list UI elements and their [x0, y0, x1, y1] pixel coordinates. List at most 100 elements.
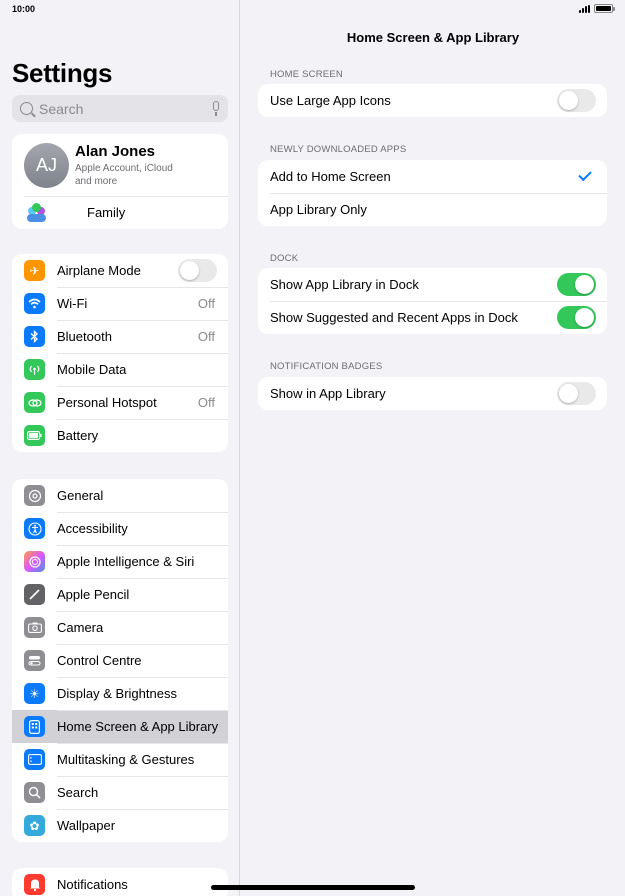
- show-suggested-apps-toggle[interactable]: [557, 306, 596, 329]
- detail-pane: Home Screen & App Library HOME SCREEN Us…: [241, 0, 625, 896]
- siri-icon: [24, 551, 45, 572]
- hotspot-icon: [24, 392, 45, 413]
- search-placeholder: Search: [39, 100, 84, 117]
- sidebar-item-control-centre[interactable]: Control Centre: [12, 644, 228, 677]
- sidebar-item-label: Mobile Data: [57, 362, 127, 377]
- airplane-icon: ✈: [24, 260, 45, 281]
- sidebar-item-multitasking-gestures[interactable]: Multitasking & Gestures: [12, 743, 228, 776]
- show-in-app-library-row: Show in App Library: [258, 377, 607, 410]
- sidebar-item-wifi[interactable]: Wi-Fi Off: [12, 287, 228, 320]
- sidebar-item-label: Camera: [57, 620, 104, 635]
- sidebar-item-label: General: [57, 488, 104, 503]
- sun-icon: ☀: [24, 683, 45, 704]
- sidebar-item-airplane-mode[interactable]: ✈ Airplane Mode: [12, 254, 228, 287]
- bluetooth-icon: [24, 326, 45, 347]
- sidebar-item-camera[interactable]: Camera: [12, 611, 228, 644]
- wallpaper-icon: ✿: [24, 815, 45, 836]
- search-icon: [24, 782, 45, 803]
- control-centre-icon: [24, 650, 45, 671]
- sidebar-item-display-brightness[interactable]: ☀ Display & Brightness: [12, 677, 228, 710]
- bell-icon: [24, 874, 45, 895]
- section-header-newly-downloaded: NEWLY DOWNLOADED APPS: [270, 144, 407, 155]
- sidebar-item-label: Accessibility: [57, 521, 128, 536]
- large-app-icons-row: Use Large App Icons: [258, 84, 607, 117]
- home-screen-icon: [24, 716, 45, 737]
- show-in-app-library-label: Show in App Library: [270, 386, 386, 401]
- account-group: AJ Alan Jones Apple Account, iCloud and …: [12, 134, 228, 229]
- option-add-to-home-screen[interactable]: Add to Home Screen: [258, 160, 607, 193]
- sidebar-item-home-screen-app-library[interactable]: Home Screen & App Library: [12, 710, 228, 743]
- multitasking-icon: [24, 749, 45, 770]
- option-label: App Library Only: [270, 202, 367, 217]
- sidebar-item-notifications[interactable]: Notifications: [12, 868, 228, 896]
- large-app-icons-toggle[interactable]: [557, 89, 596, 112]
- notification-badges-group: Show in App Library: [258, 377, 607, 410]
- sidebar-item-label: Bluetooth: [57, 329, 112, 344]
- sidebar-title: Settings: [12, 58, 113, 88]
- sidebar-item-personal-hotspot[interactable]: Personal Hotspot Off: [12, 386, 228, 419]
- search-icon: [20, 102, 33, 115]
- account-name: Alan Jones: [75, 142, 156, 160]
- sidebar-item-accessibility[interactable]: Accessibility: [12, 512, 228, 545]
- large-app-icons-label: Use Large App Icons: [270, 93, 391, 108]
- sidebar-item-general[interactable]: General: [12, 479, 228, 512]
- sidebar-item-bluetooth[interactable]: Bluetooth Off: [12, 320, 228, 353]
- general-group: General Accessibility Apple Intelligence…: [12, 479, 228, 842]
- family-row[interactable]: Family: [12, 196, 228, 229]
- family-icon: [24, 200, 49, 225]
- sidebar-item-label: Apple Intelligence & Siri: [57, 554, 195, 569]
- option-app-library-only[interactable]: App Library Only: [258, 193, 607, 226]
- section-header-home-screen: HOME SCREEN: [270, 69, 343, 80]
- sidebar-item-label: Home Screen & App Library: [57, 719, 219, 734]
- sidebar-item-mobile-data[interactable]: Mobile Data: [12, 353, 228, 386]
- account-subtitle: Apple Account, iCloud and more: [75, 162, 173, 188]
- sidebar-item-label: Search: [57, 785, 99, 800]
- connectivity-group: ✈ Airplane Mode Wi-Fi Off Bluetooth Off …: [12, 254, 228, 452]
- option-label: Add to Home Screen: [270, 169, 391, 184]
- home-screen-group: Use Large App Icons: [258, 84, 607, 117]
- sidebar-item-label: Notifications: [57, 877, 128, 892]
- gear-icon: [24, 485, 45, 506]
- wifi-status: Off: [197, 296, 215, 311]
- sidebar-item-label: Airplane Mode: [57, 263, 141, 278]
- show-app-library-in-dock-label: Show App Library in Dock: [270, 277, 419, 292]
- sidebar-item-battery[interactable]: Battery: [12, 419, 228, 452]
- page-title: Home Screen & App Library: [346, 30, 520, 45]
- show-suggested-apps-row: Show Suggested and Recent Apps in Dock: [258, 301, 607, 334]
- avatar: AJ: [24, 142, 69, 188]
- status-time: 10:00: [12, 4, 36, 14]
- checkmark-icon: [578, 167, 592, 182]
- show-app-library-in-dock-row: Show App Library in Dock: [258, 268, 607, 301]
- sidebar-item-label: Multitasking & Gestures: [57, 752, 195, 767]
- sidebar-item-label: Battery: [57, 428, 99, 443]
- antenna-icon: [24, 359, 45, 380]
- search-field[interactable]: Search: [12, 95, 228, 122]
- wifi-icon: [24, 293, 45, 314]
- microphone-icon[interactable]: [213, 101, 219, 116]
- accessibility-icon: [24, 518, 45, 539]
- dock-group: Show App Library in Dock Show Suggested …: [258, 268, 607, 334]
- airplane-mode-toggle[interactable]: [178, 259, 217, 282]
- account-profile-row[interactable]: AJ Alan Jones Apple Account, iCloud and …: [12, 134, 228, 196]
- family-label: Family: [87, 205, 126, 220]
- settings-sidebar: Settings Search AJ Alan Jones Apple Acco…: [0, 0, 240, 896]
- battery-status-icon: [594, 4, 615, 13]
- show-app-library-in-dock-toggle[interactable]: [557, 273, 596, 296]
- sidebar-item-apple-pencil[interactable]: Apple Pencil: [12, 578, 228, 611]
- show-suggested-apps-label: Show Suggested and Recent Apps in Dock: [270, 310, 518, 325]
- show-in-app-library-toggle[interactable]: [557, 382, 596, 405]
- battery-icon: [24, 425, 45, 446]
- pencil-icon: [24, 584, 45, 605]
- account-subtitle-line1: Apple Account, iCloud: [75, 162, 173, 174]
- newly-downloaded-group: Add to Home Screen App Library Only: [258, 160, 607, 226]
- sidebar-item-search[interactable]: Search: [12, 776, 228, 809]
- hotspot-status: Off: [197, 395, 215, 410]
- sidebar-item-wallpaper[interactable]: ✿ Wallpaper: [12, 809, 228, 842]
- home-indicator[interactable]: [211, 885, 415, 890]
- status-indicators: [579, 4, 615, 13]
- status-bar: 10:00: [0, 0, 625, 18]
- camera-icon: [24, 617, 45, 638]
- sidebar-item-apple-intelligence-siri[interactable]: Apple Intelligence & Siri: [12, 545, 228, 578]
- sidebar-item-label: Display & Brightness: [57, 686, 177, 701]
- section-header-dock: DOCK: [270, 253, 299, 264]
